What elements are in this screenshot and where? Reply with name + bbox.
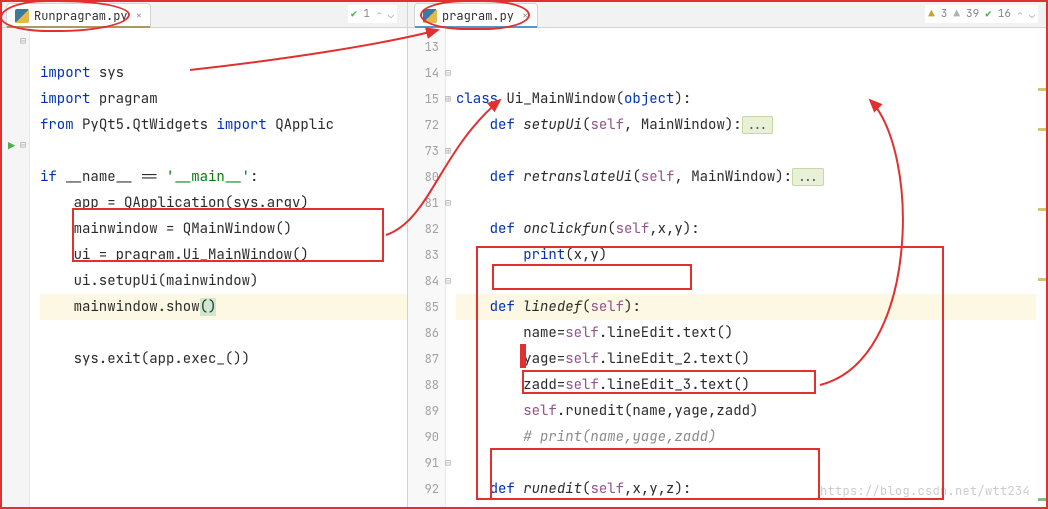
tab-label: Runpragram.py [34,8,128,24]
code-area-left[interactable]: import sys import pragram from PyQt5.QtW… [30,28,407,509]
editor-pane-right: pragram.py × ▲ 3 ▲ 39 ✔ 16 ⌃ ⌄ 13 14 15 72 … [408,0,1048,509]
run-icon[interactable]: ▶ [8,138,15,154]
chevron-down-icon[interactable]: ⌄ [1029,8,1035,21]
tab-label: pragram.py [442,8,514,24]
python-file-icon [15,9,29,23]
editor-body-right: 13 14 15 72 73 80 81 82 83 84 85 86 87 8… [408,28,1048,509]
check-icon: ✔ [985,7,992,21]
editor-pane-left: Runpragram.py × ✔ 1 ⌃ ⌄ ⊟ ▶ ⊟ import sys … [0,0,408,509]
gutter-right[interactable]: 13 14 15 72 73 80 81 82 83 84 85 86 87 8… [408,28,446,509]
close-icon[interactable]: × [136,9,143,23]
warning-count-a: 3 [941,7,948,21]
inspection-status-left[interactable]: ✔ 1 ⌃ ⌄ [348,5,397,23]
fold-ellipsis[interactable]: ... [792,168,824,186]
check-count: 16 [998,7,1011,21]
warning-count-b: 39 [966,7,979,21]
warning-icon: ▲ [928,7,935,21]
weak-warning-icon: ▲ [953,7,960,21]
error-stripe[interactable] [1036,28,1048,509]
fold-icon[interactable]: ⊟ [20,34,26,47]
check-count: 1 [363,7,370,21]
python-file-icon [423,9,437,23]
code-area-right[interactable]: class Ui_MainWindow(object): def setupUi… [446,28,1048,509]
check-icon: ✔ [351,7,358,21]
tab-runpragram[interactable]: Runpragram.py × [6,3,151,27]
chevron-up-icon[interactable]: ⌃ [376,8,382,21]
watermark: https://blog.csdn.net/wtt234 [820,483,1030,499]
tab-pragram[interactable]: pragram.py × [414,3,538,27]
chevron-down-icon[interactable]: ⌄ [388,8,394,21]
chevron-up-icon[interactable]: ⌃ [1017,8,1023,21]
fold-ellipsis[interactable]: ... [742,116,774,134]
inspection-status-right[interactable]: ▲ 3 ▲ 39 ✔ 16 ⌃ ⌄ [925,5,1038,23]
editor-body-left: ⊟ ▶ ⊟ import sys import pragram from PyQ… [0,28,407,509]
tab-strip-left: Runpragram.py × [0,0,407,28]
gutter-icons-left: ⊟ ▶ ⊟ [0,28,30,509]
split-editor: Runpragram.py × ✔ 1 ⌃ ⌄ ⊟ ▶ ⊟ import sys … [0,0,1048,509]
close-icon[interactable]: × [522,9,529,23]
fold-icon[interactable]: ⊟ [20,138,26,151]
